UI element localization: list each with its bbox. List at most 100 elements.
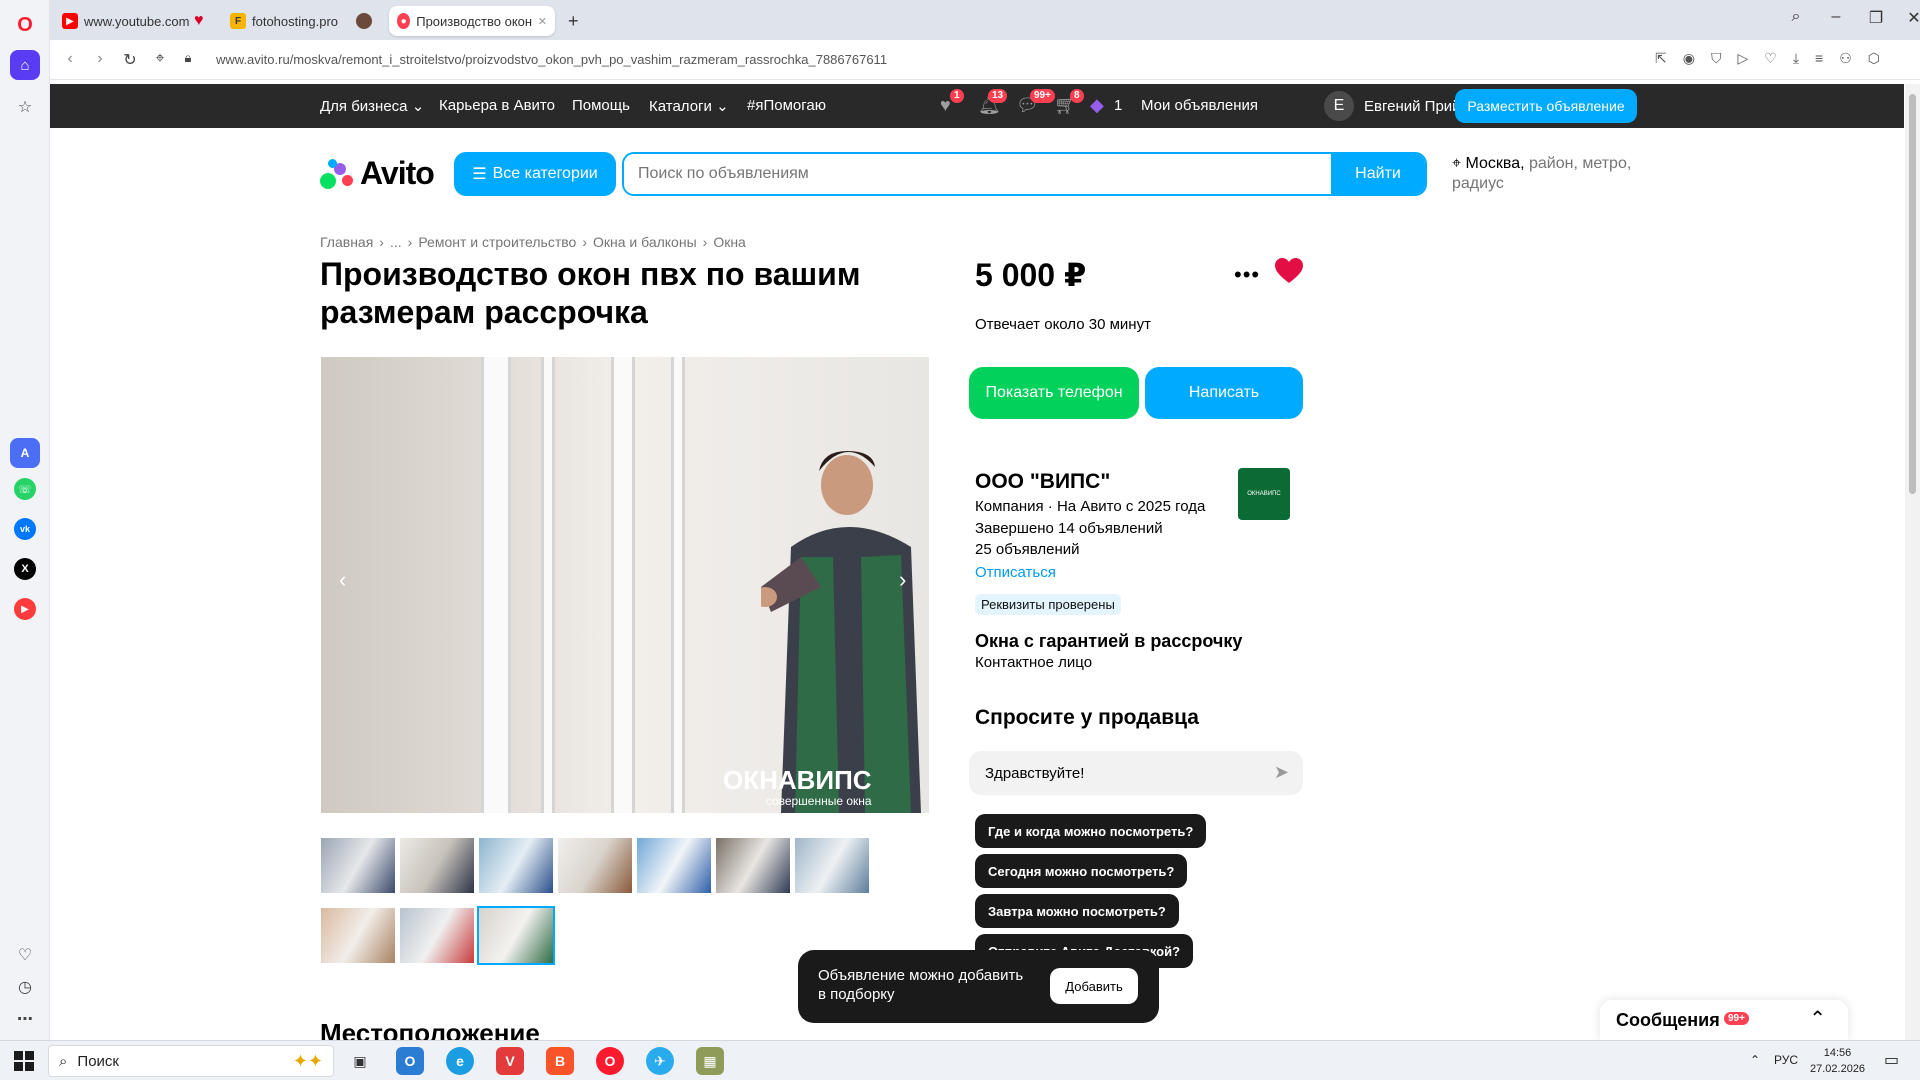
task-view-icon[interactable]: ▣ bbox=[346, 1047, 374, 1075]
message-input[interactable]: Здравствуйте! ➤ bbox=[969, 751, 1303, 795]
tab-avito[interactable]: ● Производство окон пвх ✕ bbox=[389, 6, 555, 36]
cube-icon[interactable]: ⬡ bbox=[1868, 50, 1880, 67]
tab-pinned-2[interactable] bbox=[348, 6, 380, 36]
telegram-icon[interactable]: ✈ bbox=[646, 1047, 674, 1075]
thumbnail-9[interactable] bbox=[400, 908, 474, 963]
messages-popup[interactable]: Сообщения 99+ ⌃ bbox=[1600, 1000, 1848, 1040]
question-chip[interactable]: Сегодня можно посмотреть? bbox=[975, 854, 1188, 888]
vk-icon[interactable]: vk bbox=[14, 518, 36, 540]
career-link[interactable]: Карьера в Авито bbox=[439, 97, 555, 114]
home-icon[interactable]: ⌂ bbox=[10, 50, 40, 80]
my-ads-link[interactable]: Мои объявления bbox=[1141, 97, 1258, 114]
scroll-thumb[interactable] bbox=[1909, 94, 1916, 494]
restore-icon[interactable]: ❐ bbox=[1864, 8, 1888, 28]
thumbnail-10[interactable] bbox=[477, 906, 555, 965]
vivaldi-icon[interactable]: V bbox=[496, 1047, 524, 1075]
heart-outline-icon[interactable]: ♡ bbox=[1764, 50, 1777, 67]
thumbnail-3[interactable] bbox=[479, 838, 553, 893]
notification-center-icon[interactable]: ▭ bbox=[1884, 1050, 1899, 1070]
chevron-up-icon[interactable]: ⌃ bbox=[1809, 1006, 1826, 1031]
shop-name[interactable]: Окна с гарантией в рассрочку bbox=[975, 631, 1242, 652]
main-photo[interactable]: ‹ › ОКНАВИПС совершенные окна bbox=[321, 357, 929, 813]
download-icon[interactable]: ⤓ bbox=[1793, 50, 1799, 67]
paint-icon[interactable]: ▦ bbox=[696, 1047, 724, 1075]
new-tab-button[interactable]: + bbox=[560, 6, 587, 36]
x-twitter-icon[interactable]: X bbox=[14, 558, 36, 580]
send-icon[interactable]: ➤ bbox=[1274, 762, 1289, 783]
breadcrumb-windows[interactable]: Окна bbox=[713, 234, 746, 250]
star-icon[interactable]: ☆ bbox=[10, 92, 40, 122]
search-input[interactable] bbox=[624, 154, 1331, 194]
back-icon[interactable]: ‹ bbox=[60, 50, 80, 68]
breadcrumb-windows-balconies[interactable]: Окна и балконы bbox=[593, 234, 697, 250]
search-icon[interactable]: ⌕ bbox=[1784, 8, 1808, 26]
for-business-menu[interactable]: Для бизнеса ⌄ bbox=[320, 97, 424, 115]
ihelp-link[interactable]: #яПомогаю bbox=[747, 97, 826, 114]
tab-youtube[interactable]: ▶ www.youtube.com bbox=[54, 6, 198, 36]
prev-photo-icon[interactable]: ‹ bbox=[339, 567, 346, 593]
cart-icon[interactable]: 🛒︎ 8 bbox=[1054, 89, 1084, 116]
post-ad-button[interactable]: Разместить объявление bbox=[1455, 89, 1637, 123]
location-selector[interactable]: ⌖ Москва, район, метро, радиус bbox=[1452, 154, 1652, 194]
seller-active-ads[interactable]: 25 объявлений bbox=[975, 541, 1080, 558]
catalogs-menu[interactable]: Каталоги ⌄ bbox=[649, 97, 729, 115]
outlook-icon[interactable]: O bbox=[396, 1047, 424, 1075]
all-categories-button[interactable]: ☰ Все категории bbox=[454, 152, 616, 196]
avatar[interactable]: Е bbox=[1324, 91, 1354, 121]
seller-logo[interactable]: ОКНАВИПС bbox=[1238, 468, 1290, 520]
camera-icon[interactable]: ◉ bbox=[1683, 50, 1695, 67]
thumbnail-8[interactable] bbox=[321, 908, 395, 963]
clock[interactable]: 14:56 27.02.2026 bbox=[1810, 1045, 1865, 1077]
lock-icon[interactable]: 🔒︎ bbox=[178, 50, 198, 66]
help-link[interactable]: Помощь bbox=[572, 97, 630, 114]
language-indicator[interactable]: РУС bbox=[1774, 1053, 1798, 1067]
player-icon[interactable]: ▶ bbox=[14, 598, 36, 620]
breadcrumb-home[interactable]: Главная bbox=[320, 234, 373, 250]
page-scrollbar[interactable] bbox=[1905, 84, 1920, 1040]
next-photo-icon[interactable]: › bbox=[899, 567, 906, 593]
history-icon[interactable]: ◷ bbox=[10, 972, 40, 1002]
add-to-collection-button[interactable]: Добавить bbox=[1050, 968, 1138, 1004]
favorites-icon[interactable]: ♥ 1 bbox=[940, 89, 964, 116]
profile-icon[interactable]: ⚇ bbox=[1839, 50, 1852, 67]
menu-icon[interactable]: ≡ bbox=[1815, 50, 1823, 67]
unsubscribe-link[interactable]: Отписаться bbox=[975, 564, 1056, 581]
thumbnail-1[interactable] bbox=[321, 838, 395, 893]
messages-icon[interactable]: 💬︎ 99+ bbox=[1016, 89, 1055, 116]
brave-icon[interactable]: B bbox=[546, 1047, 574, 1075]
taskbar-search[interactable]: ⌕ Поиск ✦✦ bbox=[48, 1045, 334, 1077]
heart-outline-icon[interactable]: ♡ bbox=[10, 940, 40, 970]
tab-fotohosting[interactable]: F fotohosting.pro bbox=[222, 6, 346, 36]
share-icon[interactable]: ⇱ bbox=[1655, 50, 1667, 67]
edge-icon[interactable]: e bbox=[446, 1047, 474, 1075]
seller-name[interactable]: ООО "ВИПС" bbox=[975, 470, 1110, 494]
close-window-icon[interactable]: ✕ bbox=[1902, 8, 1920, 28]
shield-icon[interactable]: ⛉ bbox=[1711, 50, 1722, 67]
close-icon[interactable]: ✕ bbox=[538, 15, 547, 28]
more-options-icon[interactable]: ••• bbox=[1234, 262, 1260, 288]
bonus-icon[interactable]: ◆ bbox=[1090, 95, 1104, 116]
play-icon[interactable]: ▷ bbox=[1737, 50, 1748, 67]
search-button[interactable]: Найти bbox=[1331, 154, 1425, 194]
favorite-heart-icon[interactable] bbox=[1275, 258, 1303, 284]
opera-icon[interactable]: O bbox=[596, 1047, 624, 1075]
thumbnail-2[interactable] bbox=[400, 838, 474, 893]
whatsapp-icon[interactable]: ☏ bbox=[14, 478, 36, 500]
forward-icon[interactable]: › bbox=[90, 50, 110, 68]
thumbnail-7[interactable] bbox=[795, 838, 869, 893]
thumbnail-5[interactable] bbox=[637, 838, 711, 893]
location-pin-icon[interactable]: ⌖ bbox=[150, 50, 170, 68]
breadcrumb-repair[interactable]: Ремонт и строительство bbox=[418, 234, 576, 250]
write-button[interactable]: Написать bbox=[1145, 367, 1303, 419]
notifications-icon[interactable]: 🔔︎ 13 bbox=[978, 89, 1008, 116]
opera-logo-icon[interactable]: O bbox=[10, 10, 40, 40]
minimize-icon[interactable]: – bbox=[1824, 8, 1848, 26]
url-field[interactable]: www.avito.ru/moskva/remont_i_stroitelstv… bbox=[216, 52, 887, 67]
question-chip[interactable]: Где и когда можно посмотреть? bbox=[975, 814, 1207, 848]
show-phone-button[interactable]: Показать телефон bbox=[969, 367, 1139, 419]
avito-logo[interactable]: Avito bbox=[320, 155, 435, 192]
aria-icon[interactable]: A bbox=[10, 438, 40, 468]
reload-icon[interactable]: ↻ bbox=[120, 50, 140, 70]
question-chip[interactable]: Завтра можно посмотреть? bbox=[975, 894, 1179, 928]
tab-heart-pinned[interactable]: ♥ bbox=[186, 6, 212, 36]
